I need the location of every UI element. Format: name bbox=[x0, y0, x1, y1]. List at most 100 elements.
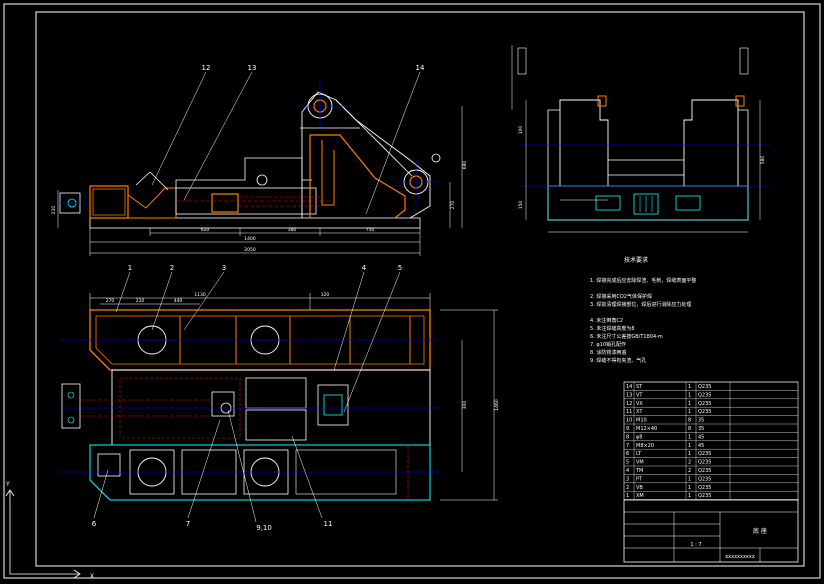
dim-1130: 1130 bbox=[194, 292, 206, 298]
parts-cell-mat: 45 bbox=[698, 443, 704, 449]
plan-view: 1130 320 270 210 440 1460 300 1 2 3 4 5 … bbox=[60, 264, 500, 532]
parts-cell-no: 1 bbox=[626, 493, 629, 499]
parts-cell-qty: 1 bbox=[688, 443, 691, 449]
tech-req-3: 3. 焊前清理焊接部位，焊后进行消除应力处理 bbox=[590, 301, 691, 308]
tech-req-title: 技术要求 bbox=[624, 256, 648, 264]
tech-req-1: 1. 焊接完成后应去除焊渣、毛刺，焊缝表面平整 bbox=[590, 277, 696, 284]
outer-border bbox=[3, 3, 821, 579]
ucs-icon: X Y bbox=[5, 481, 94, 580]
parts-cell-qty: 1 bbox=[688, 384, 691, 390]
dim-380: 380 bbox=[288, 227, 297, 233]
company-name: xxxxxxxxxx bbox=[725, 554, 755, 560]
parts-cell-qty: 1 bbox=[688, 485, 691, 491]
dim-100: 100 bbox=[518, 126, 524, 135]
parts-cell-name: TM bbox=[635, 468, 643, 474]
parts-cell-qty: 2 bbox=[688, 468, 691, 474]
parts-cell-mat: Q235 bbox=[698, 401, 711, 407]
parts-cell-mat: Q235 bbox=[698, 460, 711, 466]
parts-cell-qty: 8 bbox=[688, 426, 691, 432]
parts-cell-mat: 35 bbox=[698, 418, 704, 424]
balloon-2: 2 bbox=[170, 264, 174, 272]
parts-cell-name: M10 bbox=[636, 418, 647, 424]
parts-cell-mat: 45 bbox=[698, 434, 704, 440]
tech-req-7: 7. φ10销孔配作 bbox=[590, 341, 626, 348]
parts-cell-no: 7 bbox=[626, 443, 629, 449]
parts-cell-name: XT bbox=[636, 409, 643, 415]
scale: 1 : 7 bbox=[690, 542, 701, 548]
dim-2050: 2050 bbox=[244, 247, 256, 253]
y-axis-label: Y bbox=[5, 481, 10, 488]
parts-cell-mat: Q235 bbox=[698, 409, 711, 415]
parts-cell-name: VX bbox=[636, 401, 643, 407]
parts-cell-qty: 1 bbox=[688, 392, 691, 398]
dim-320: 320 bbox=[321, 292, 330, 298]
parts-cell-mat: 35 bbox=[698, 426, 704, 432]
parts-cell-mat: Q235 bbox=[698, 476, 711, 482]
dim-580: 580 bbox=[760, 156, 766, 165]
parts-cell-qty: 1 bbox=[688, 409, 691, 415]
dim-620: 620 bbox=[201, 227, 210, 233]
parts-cell-qty: 1 bbox=[688, 401, 691, 407]
parts-cell-name: ST bbox=[636, 384, 643, 390]
side-view: 580 150 100 bbox=[511, 45, 770, 233]
parts-cell-mat: Q235 bbox=[698, 493, 711, 499]
dim-210: 210 bbox=[51, 206, 57, 215]
technical-requirements: 技术要求 1. 焊接完成后应去除焊渣、毛刺，焊缝表面平整 2. 焊接采用CO2气… bbox=[590, 256, 696, 364]
parts-cell-mat: Q235 bbox=[698, 451, 711, 457]
dim-270: 270 bbox=[450, 201, 456, 210]
parts-cell-name: XM bbox=[636, 493, 644, 499]
balloon-4: 4 bbox=[362, 264, 367, 272]
dim-680: 680 bbox=[462, 161, 468, 170]
dim-210b: 210 bbox=[136, 298, 145, 304]
dim-440: 440 bbox=[174, 298, 183, 304]
balloon-13: 13 bbox=[248, 64, 257, 72]
balloon-5: 5 bbox=[398, 264, 402, 272]
parts-cell-no: 11 bbox=[626, 409, 632, 415]
tech-req-9: 9. 焊缝不得有夹渣、气孔 bbox=[590, 357, 646, 364]
part-name: 底 座 bbox=[753, 527, 767, 535]
balloon-1: 1 bbox=[128, 264, 132, 272]
dim-750: 750 bbox=[366, 227, 375, 233]
dim-1460: 1460 bbox=[494, 399, 500, 411]
parts-cell-name: VM bbox=[636, 460, 644, 466]
front-view: 2050 1400 620 380 750 680 270 210 12 13 … bbox=[51, 64, 468, 256]
balloon-11: 11 bbox=[324, 520, 333, 528]
balloon-7: 7 bbox=[186, 520, 190, 528]
parts-list: 14 ST 1 Q23513 VT 1 Q23512 VX 1 Q23511 XT 1 Q23510 M1… bbox=[623, 381, 799, 500]
dim-150: 150 bbox=[518, 201, 524, 210]
balloon-6: 6 bbox=[92, 520, 97, 528]
parts-cell-mat: Q235 bbox=[698, 384, 711, 390]
parts-cell-qty: 1 bbox=[688, 476, 691, 482]
parts-cell-mat: Q235 bbox=[698, 468, 711, 474]
parts-cell-name: LT bbox=[636, 451, 642, 457]
tech-req-2: 2. 焊接采用CO2气体保护焊 bbox=[590, 293, 652, 300]
parts-cell-mat: Q235 bbox=[698, 485, 711, 491]
title-block: 底 座 1 : 7 xxxxxxxxxx bbox=[623, 499, 799, 563]
parts-cell-name: M8×20 bbox=[636, 443, 654, 449]
dim-300: 300 bbox=[462, 401, 468, 410]
parts-cell-no: 3 bbox=[626, 476, 629, 482]
cad-drawing-canvas[interactable]: 2050 1400 620 380 750 680 270 210 12 13 … bbox=[0, 0, 824, 584]
parts-cell-name: VT bbox=[636, 392, 643, 398]
parts-cell-no: 6 bbox=[626, 451, 629, 457]
parts-cell-no: 5 bbox=[626, 460, 629, 466]
parts-cell-no: 13 bbox=[626, 392, 632, 398]
parts-cell-name: φ8 bbox=[636, 434, 642, 440]
parts-cell-qty: 1 bbox=[688, 493, 691, 499]
parts-cell-no: 10 bbox=[626, 418, 632, 424]
parts-cell-qty: 1 bbox=[688, 434, 691, 440]
tech-req-4: 4. 未注倒角C2 bbox=[590, 317, 623, 324]
parts-cell-qty: 8 bbox=[688, 418, 691, 424]
parts-cell-no: 2 bbox=[626, 485, 629, 491]
parts-cell-name: M12×40 bbox=[636, 426, 657, 432]
tech-req-5: 5. 未注焊缝高度为8 bbox=[590, 325, 635, 332]
balloon-14: 14 bbox=[416, 64, 425, 72]
parts-cell-qty: 2 bbox=[688, 460, 691, 466]
parts-cell-no: 12 bbox=[626, 401, 632, 407]
parts-cell-name: PT bbox=[636, 476, 643, 482]
x-axis-label: X bbox=[90, 573, 94, 580]
balloon-3: 3 bbox=[222, 264, 226, 272]
parts-cell-qty: 1 bbox=[688, 451, 691, 457]
parts-cell-no: 8 bbox=[626, 434, 629, 440]
parts-cell-no: 14 bbox=[626, 384, 632, 390]
